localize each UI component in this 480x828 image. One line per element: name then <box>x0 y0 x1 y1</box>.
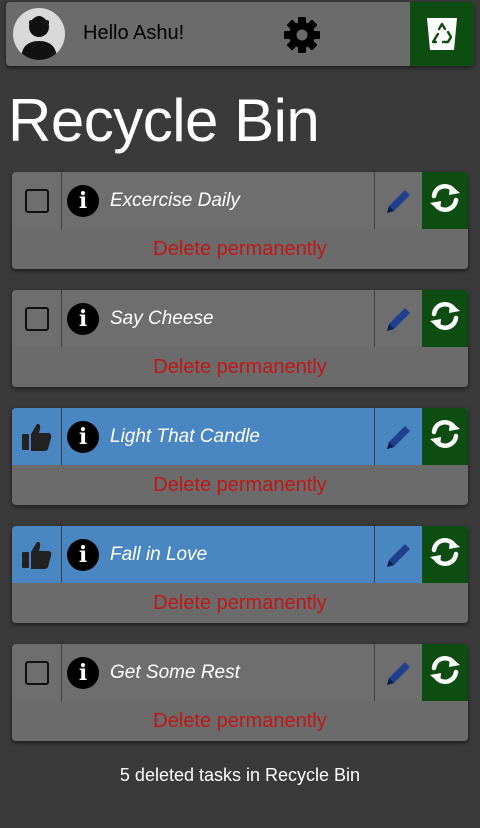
restore-button[interactable] <box>422 172 468 229</box>
restore-button[interactable] <box>422 408 468 465</box>
thumbs-up-icon[interactable] <box>12 408 62 465</box>
greeting-text: Hello Ashu! <box>83 22 185 44</box>
task-row: i Light That Candle <box>12 408 468 465</box>
restore-icon <box>427 652 463 693</box>
info-button[interactable]: i <box>62 644 104 701</box>
info-icon: i <box>67 656 99 689</box>
restore-icon <box>427 298 463 339</box>
task-row: i Say Cheese <box>12 290 468 347</box>
checkbox-square <box>24 188 49 213</box>
checkbox-square <box>24 306 49 331</box>
task-title[interactable]: Excercise Daily <box>104 172 375 229</box>
delete-permanently-button[interactable]: Delete permanently <box>12 583 468 623</box>
info-icon: i <box>67 420 99 453</box>
task-row: i Get Some Rest <box>12 644 468 701</box>
task-title[interactable]: Light That Candle <box>104 408 375 465</box>
recycle-bin-button[interactable] <box>410 2 474 66</box>
task-checkbox[interactable] <box>12 172 62 229</box>
pencil-icon[interactable] <box>375 290 422 347</box>
deleted-count-text: 5 deleted tasks in Recycle Bin <box>119 765 361 785</box>
restore-icon <box>427 180 463 221</box>
task-card: i Fall in Love Delete permanently <box>12 526 468 623</box>
task-row: i Fall in Love <box>12 526 468 583</box>
thumbs-up-icon[interactable] <box>12 526 62 583</box>
delete-permanently-button[interactable]: Delete permanently <box>12 229 468 269</box>
info-button[interactable]: i <box>62 290 104 347</box>
restore-button[interactable] <box>422 526 468 583</box>
delete-permanently-button[interactable]: Delete permanently <box>12 465 468 505</box>
info-icon: i <box>67 302 99 335</box>
checkbox-square <box>24 660 49 685</box>
task-card: i Say Cheese Delete permanently <box>12 290 468 387</box>
task-card: i Excercise Daily Delete permanently <box>12 172 468 269</box>
task-card: i Get Some Rest Delete permanently <box>12 644 468 741</box>
info-icon: i <box>67 538 99 571</box>
gear-icon[interactable] <box>282 15 322 55</box>
task-checkbox[interactable] <box>12 290 62 347</box>
info-button[interactable]: i <box>62 408 104 465</box>
task-checkbox[interactable] <box>12 644 62 701</box>
delete-permanently-button[interactable]: Delete permanently <box>12 347 468 387</box>
task-row: i Excercise Daily <box>12 172 468 229</box>
info-icon: i <box>67 184 99 217</box>
info-button[interactable]: i <box>62 172 104 229</box>
pencil-icon[interactable] <box>375 408 422 465</box>
pencil-icon[interactable] <box>375 644 422 701</box>
user-avatar-icon[interactable] <box>13 8 65 60</box>
restore-button[interactable] <box>422 290 468 347</box>
page-title: Recycle Bin <box>8 87 320 154</box>
task-card: i Light That Candle Delete permanently <box>12 408 468 505</box>
top-bar: Hello Ashu! <box>6 2 474 66</box>
pencil-icon[interactable] <box>375 172 422 229</box>
task-title[interactable]: Say Cheese <box>104 290 375 347</box>
pencil-icon[interactable] <box>375 526 422 583</box>
task-title[interactable]: Get Some Rest <box>104 644 375 701</box>
restore-icon <box>427 416 463 457</box>
restore-button[interactable] <box>422 644 468 701</box>
task-title[interactable]: Fall in Love <box>104 526 375 583</box>
restore-icon <box>427 534 463 575</box>
recycle-bin-icon <box>427 18 457 50</box>
delete-permanently-button[interactable]: Delete permanently <box>12 701 468 741</box>
info-button[interactable]: i <box>62 526 104 583</box>
